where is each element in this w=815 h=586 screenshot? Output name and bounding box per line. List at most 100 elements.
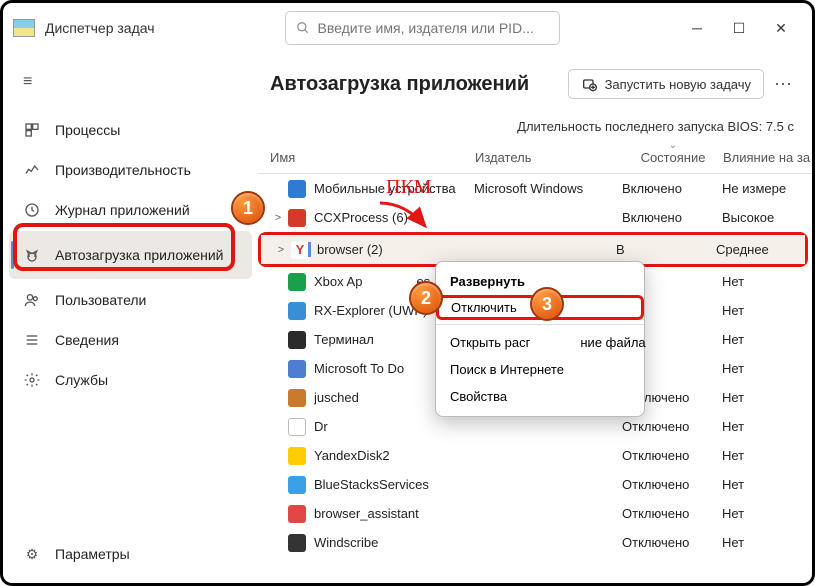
app-row-icon: [288, 505, 306, 523]
expand-icon[interactable]: >: [270, 212, 286, 224]
sidebar-item-label: Сведения: [55, 332, 119, 348]
col-state[interactable]: ⌄Состояние: [623, 150, 723, 165]
row-state: Включено: [622, 210, 722, 225]
context-separator: [436, 324, 644, 325]
gear-icon: ⚙: [23, 545, 41, 563]
row-state: Отключено: [622, 419, 722, 434]
app-row-icon: Y: [291, 241, 309, 259]
sidebar-item-label: Службы: [55, 372, 108, 388]
app-icon: [13, 19, 35, 37]
table-row[interactable]: Мобильные устройстваMicrosoft WindowsВкл…: [258, 174, 812, 203]
table-row[interactable]: >CCXProcess (6)ВключеноВысокое: [258, 203, 812, 232]
nav-icon: [23, 201, 41, 219]
row-impact: Среднее: [716, 242, 805, 257]
row-impact: Нет: [722, 361, 812, 376]
page-title: Автозагрузка приложений: [270, 73, 529, 96]
sidebar-item-settings[interactable]: ⚙ Параметры: [9, 535, 252, 573]
run-new-task-button[interactable]: Запустить новую задачу: [568, 69, 764, 99]
hamburger-button[interactable]: ≡: [9, 63, 252, 101]
sidebar-item-0[interactable]: Процессы: [9, 111, 252, 149]
app-row-icon: [288, 273, 306, 291]
app-row-icon: [288, 476, 306, 494]
row-state: Отключено: [622, 477, 722, 492]
search-input[interactable]: [318, 20, 549, 36]
row-state: В: [616, 242, 716, 257]
minimize-button[interactable]: ─: [688, 20, 706, 37]
nav-icon: [23, 291, 41, 309]
close-button[interactable]: ✕: [772, 20, 790, 37]
sidebar-item-label: Процессы: [55, 122, 120, 138]
row-impact: Нет: [722, 477, 812, 492]
more-button[interactable]: ⋯: [774, 74, 794, 95]
row-state: Отключено: [622, 506, 722, 521]
sidebar-item-label: Автозагрузка приложений: [55, 247, 224, 263]
sidebar-item-label: Журнал приложений: [55, 202, 190, 218]
app-row-icon: [288, 331, 306, 349]
table-row[interactable]: YandexDisk2 ОтключеноНет: [258, 441, 812, 470]
row-impact: Нет: [722, 303, 812, 318]
row-impact: Нет: [722, 274, 812, 289]
nav-icon: [23, 331, 41, 349]
row-state: Включено: [622, 181, 722, 196]
nav-icon: [23, 121, 41, 139]
row-impact: Нет: [722, 448, 812, 463]
sidebar-item-5[interactable]: Сведения: [9, 321, 252, 359]
app-row-icon: [288, 534, 306, 552]
row-impact: Не измере: [722, 181, 812, 196]
maximize-button[interactable]: ☐: [730, 20, 748, 37]
expand-icon[interactable]: >: [273, 244, 289, 256]
sidebar-item-label: Производительность: [55, 162, 191, 178]
sidebar-item-label: Пользователи: [55, 292, 146, 308]
app-row-icon: [288, 209, 306, 227]
row-state: Отключено: [622, 448, 722, 463]
sidebar-item-1[interactable]: Производительность: [9, 151, 252, 189]
sidebar-item-4[interactable]: Пользователи: [9, 281, 252, 319]
row-name: YandexDisk2: [314, 448, 474, 463]
sidebar-item-2[interactable]: Журнал приложений: [9, 191, 252, 229]
nav-icon: [23, 246, 41, 264]
app-row-icon: [288, 180, 306, 198]
col-name[interactable]: Имя: [270, 150, 475, 165]
row-name: Dr: [314, 419, 474, 434]
row-impact: Нет: [722, 506, 812, 521]
run-task-label: Запустить новую задачу: [605, 77, 751, 92]
context-menu: РазвернутьОтключитьОткрыть расгние файла…: [435, 261, 645, 417]
row-name: Windscribe: [314, 535, 474, 550]
row-impact: Нет: [722, 419, 812, 434]
row-impact: Нет: [722, 332, 812, 347]
table-row[interactable]: >Ybrowser (2) ВСреднее: [261, 235, 805, 264]
sort-indicator: ⌄: [669, 140, 677, 151]
search-box[interactable]: [285, 11, 560, 45]
row-name: BlueStacksServices: [314, 477, 474, 492]
table-row[interactable]: WindscribeОтключеноНет: [258, 528, 812, 557]
sidebar-item-label: Параметры: [55, 546, 130, 562]
context-item[interactable]: Открыть расгние файла: [436, 329, 644, 356]
app-row-icon: [288, 360, 306, 378]
context-item[interactable]: Свойства: [436, 383, 644, 410]
context-item[interactable]: Поиск в Интернете: [436, 356, 644, 383]
col-impact[interactable]: Влияние на за: [723, 150, 812, 165]
table-row[interactable]: BlueStacksServices ОтключеноНет: [258, 470, 812, 499]
table-row[interactable]: browser_assistantОтключеноНет: [258, 499, 812, 528]
nav-icon: [23, 371, 41, 389]
col-publisher[interactable]: Издатель: [475, 150, 623, 165]
annotation-badge-2: 2: [409, 281, 443, 315]
plus-icon: [581, 76, 597, 92]
app-row-icon: [288, 447, 306, 465]
row-name: browser (2): [308, 242, 468, 257]
sidebar-item-6[interactable]: Службы: [9, 361, 252, 399]
sidebar-item-3[interactable]: Автозагрузка приложений: [9, 231, 252, 279]
app-row-icon: [288, 389, 306, 407]
app-row-icon: [288, 418, 306, 436]
row-publisher: Microsoft Windows: [474, 181, 622, 196]
app-title: Диспетчер задач: [45, 20, 155, 36]
row-impact: Нет: [722, 390, 812, 405]
app-row-icon: [288, 302, 306, 320]
bios-text: Длительность последнего запуска BIOS: 7.…: [258, 107, 812, 144]
annotation-badge-3: 3: [530, 287, 564, 321]
column-headers[interactable]: Имя Издатель ⌄Состояние Влияние на за: [258, 144, 812, 174]
row-impact: Нет: [722, 535, 812, 550]
annotation-arrow: [375, 198, 435, 238]
row-impact: Высокое: [722, 210, 812, 225]
nav-icon: [23, 161, 41, 179]
